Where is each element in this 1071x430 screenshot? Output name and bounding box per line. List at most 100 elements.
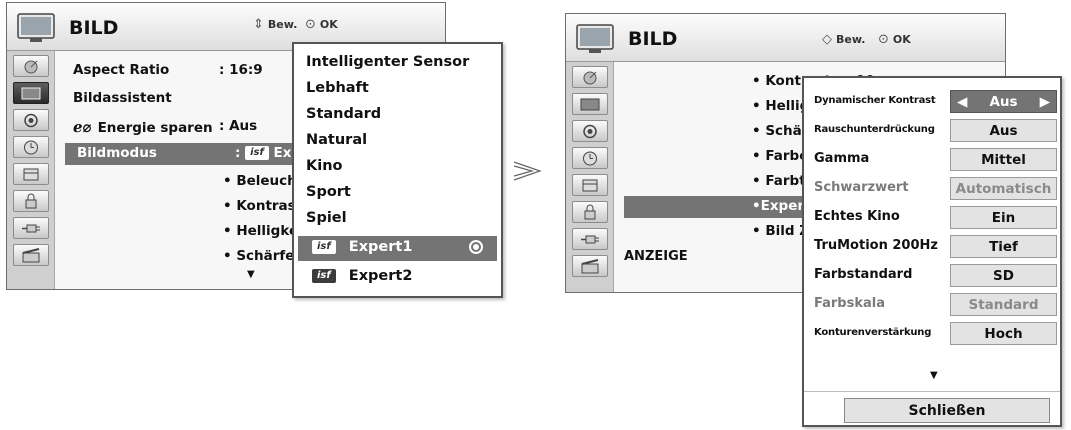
- hint-ok: ⊙ OK: [305, 17, 338, 32]
- sidebar-item-setup[interactable]: [572, 66, 608, 88]
- hint-move: ◇ Bew.: [822, 32, 866, 47]
- plug-icon: [22, 224, 40, 232]
- divider: [804, 391, 1060, 392]
- sidebar-item-setup[interactable]: [13, 55, 49, 77]
- dropdown-item-natural[interactable]: Natural: [306, 132, 367, 148]
- sub-item-sharpness[interactable]: • Schärfe: [223, 248, 294, 264]
- isf-logo: isf: [312, 240, 336, 254]
- dynamic-contrast-select[interactable]: ◀ Aus ▶: [950, 90, 1057, 113]
- plug-icon: [581, 235, 599, 243]
- ok-circle-icon: ⊙: [878, 32, 889, 47]
- tv-icon: [17, 13, 55, 42]
- scroll-down-icon[interactable]: ▼: [247, 269, 255, 280]
- sidebar-item-audio[interactable]: [13, 109, 49, 131]
- padlock-icon: [25, 193, 37, 208]
- noise-reduction-select[interactable]: Aus: [950, 119, 1057, 142]
- arrow-right-icon: [513, 161, 542, 181]
- ok-circle-icon: ⊙: [305, 17, 316, 32]
- sidebar-item-time[interactable]: [572, 147, 608, 169]
- sidebar-item-security[interactable]: [572, 201, 608, 223]
- color-gamut-select: Standard: [950, 293, 1057, 316]
- bildmodus-label: Bildmodus: [77, 145, 157, 161]
- edge-enhancer-label: Konturenverstärkung: [814, 327, 932, 338]
- dropdown-item-lebhaft[interactable]: Lebhaft: [306, 80, 369, 96]
- category-sidebar: [7, 51, 55, 289]
- satellite-icon: [583, 71, 597, 84]
- hint-move: ⇕ Bew.: [253, 17, 298, 32]
- noise-reduction-label: Rauschunterdrückung: [814, 124, 935, 135]
- sub-item-brightness[interactable]: • Helligkei: [223, 223, 303, 239]
- black-level-label: Schwarzwert: [814, 180, 909, 195]
- sidebar-item-security[interactable]: [13, 190, 49, 212]
- move-cross-icon: ◇: [822, 32, 832, 47]
- sidebar-item-lock[interactable]: [13, 163, 49, 185]
- page-title: BILD: [628, 28, 678, 50]
- aspect-ratio-value: : 16:9: [219, 62, 263, 78]
- aspect-ratio-label[interactable]: Aspect Ratio: [73, 62, 169, 78]
- dropdown-item-expert1[interactable]: isf Expert1: [298, 236, 497, 261]
- expert-control-row[interactable]: •Exper: [624, 196, 824, 218]
- media-icon: [581, 258, 599, 273]
- screen-icon: [21, 87, 41, 99]
- clock-icon: [583, 151, 597, 165]
- sub-item-tint[interactable]: • Farbt: [752, 173, 806, 189]
- color-gamut-label: Farbskala: [814, 296, 885, 311]
- sub-item-picture-reset[interactable]: • Bild Z: [752, 223, 809, 239]
- dropdown-item-kino[interactable]: Kino: [306, 158, 343, 174]
- sidebar-item-picture[interactable]: [572, 93, 608, 115]
- color-standard-label: Farbstandard: [814, 267, 913, 282]
- dropdown-item-intelligent-sensor[interactable]: Intelligenter Sensor: [306, 54, 469, 70]
- trumotion-select[interactable]: Tief: [950, 235, 1057, 258]
- dropdown-item-expert2[interactable]: isf Expert2: [312, 268, 412, 284]
- dropdown-item-spiel[interactable]: Spiel: [306, 210, 347, 226]
- screen-icon: [580, 98, 600, 110]
- leaf-icon: ℯ⌀: [73, 118, 92, 136]
- sub-item-contrast[interactable]: • Kontrast: [223, 198, 302, 214]
- black-level-select: Automatisch: [950, 177, 1057, 200]
- arrow-left-icon[interactable]: ◀: [957, 94, 967, 110]
- sidebar-item-time[interactable]: [13, 136, 49, 158]
- gamma-label: Gamma: [814, 151, 870, 166]
- move-cross-icon: ⇕: [253, 17, 264, 32]
- page-title: BILD: [69, 17, 119, 39]
- radio-selected-icon: [469, 240, 483, 254]
- lock-box-icon: [582, 179, 598, 191]
- anzeige-label: ANZEIGE: [624, 249, 688, 264]
- arrow-right-icon[interactable]: ▶: [1040, 94, 1050, 110]
- dropdown-item-standard[interactable]: Standard: [306, 106, 381, 122]
- close-button[interactable]: Schließen: [844, 398, 1050, 423]
- lock-box-icon: [23, 168, 39, 180]
- sub-item-brightness[interactable]: • Hellig: [752, 98, 809, 114]
- energie-row[interactable]: ℯ⌀ Energie sparen: [73, 118, 213, 136]
- speaker-icon: [583, 124, 597, 138]
- sidebar-item-lock[interactable]: [572, 174, 608, 196]
- sidebar-item-picture[interactable]: [13, 82, 49, 104]
- sub-item-sharpness[interactable]: • Schär: [752, 123, 808, 139]
- sidebar-item-audio[interactable]: [572, 120, 608, 142]
- color-standard-select[interactable]: SD: [950, 264, 1057, 287]
- sidebar-item-media[interactable]: [13, 244, 49, 266]
- hint-ok: ⊙ OK: [878, 32, 911, 47]
- tv-icon: [576, 24, 614, 53]
- trumotion-label: TruMotion 200Hz: [814, 238, 938, 253]
- bildassistent-label[interactable]: Bildassistent: [73, 90, 172, 106]
- dropdown-item-sport[interactable]: Sport: [306, 184, 351, 200]
- edge-enhancer-select[interactable]: Hoch: [950, 322, 1057, 345]
- media-icon: [22, 247, 40, 262]
- real-cinema-select[interactable]: Ein: [950, 206, 1057, 229]
- isf-logo: isf: [245, 146, 269, 160]
- sidebar-item-input[interactable]: [13, 217, 49, 239]
- scroll-down-icon[interactable]: ▼: [930, 370, 938, 381]
- menu-header: BILD ◇ Bew. ⊙ OK: [566, 14, 1005, 62]
- picture-mode-dropdown: Intelligenter Sensor Lebhaft Standard Na…: [292, 42, 503, 298]
- padlock-icon: [584, 204, 596, 219]
- sidebar-item-input[interactable]: [572, 228, 608, 250]
- satellite-icon: [24, 60, 38, 73]
- clock-icon: [24, 140, 38, 154]
- sub-item-color[interactable]: • Farbe: [752, 148, 808, 164]
- real-cinema-label: Echtes Kino: [814, 209, 900, 224]
- sidebar-item-media[interactable]: [572, 255, 608, 277]
- speaker-icon: [24, 113, 38, 127]
- gamma-select[interactable]: Mittel: [950, 148, 1057, 171]
- energie-value: : Aus: [219, 118, 258, 134]
